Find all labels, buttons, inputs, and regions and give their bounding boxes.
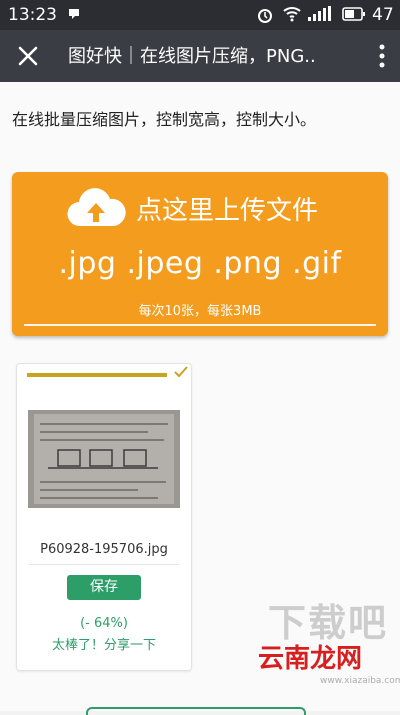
upload-extensions: .jpg .jpeg .png .gif bbox=[58, 246, 342, 281]
alarm-icon bbox=[256, 6, 274, 29]
cloud-upload-icon bbox=[66, 186, 126, 230]
battery-icon bbox=[342, 6, 366, 27]
battery-level: 47 bbox=[372, 5, 394, 25]
title-bar: 图好快｜在线图片压缩，PNG.. bbox=[0, 30, 400, 82]
intro-text: 在线批量压缩图片，控制宽高，控制大小。 bbox=[12, 110, 317, 129]
watermark-url: www.xiazaiba.com bbox=[320, 676, 400, 686]
image-thumbnail[interactable] bbox=[28, 410, 180, 508]
divider bbox=[29, 564, 179, 565]
save-button[interactable]: 保存 bbox=[67, 575, 141, 600]
file-name: P60928-195706.jpg bbox=[40, 542, 168, 557]
more-options-icon[interactable] bbox=[378, 43, 386, 69]
notification-icon bbox=[66, 6, 82, 27]
status-time: 13:23 bbox=[8, 5, 57, 25]
close-icon[interactable] bbox=[14, 42, 42, 70]
partial-button-edge bbox=[86, 707, 306, 715]
compression-ratio: (- 64%) bbox=[80, 616, 128, 631]
share-link[interactable]: 太棒了！分享一下 bbox=[17, 634, 191, 653]
upload-title: 点这里上传文件 bbox=[136, 196, 319, 226]
check-icon bbox=[173, 364, 189, 383]
upload-limit: 每次10张，每张3MB bbox=[138, 304, 262, 319]
signal-icon bbox=[308, 6, 334, 27]
upload-divider bbox=[24, 324, 376, 326]
upload-progress-bar bbox=[27, 373, 167, 377]
watermark-logo: 下载吧 云南龙网 www.xiazaiba.com bbox=[258, 592, 400, 708]
wifi-icon bbox=[282, 6, 302, 27]
status-bar: 13:23 47 bbox=[0, 0, 400, 30]
watermark-brand: 云南龙网 bbox=[258, 644, 363, 674]
page-title: 图好快｜在线图片压缩，PNG.. bbox=[68, 46, 316, 67]
upload-button[interactable]: 点这里上传文件 .jpg .jpeg .png .gif 每次10张，每张3MB bbox=[12, 172, 388, 336]
file-card: P60928-195706.jpg 保存 (- 64%) 太棒了！分享一下 bbox=[16, 363, 192, 671]
